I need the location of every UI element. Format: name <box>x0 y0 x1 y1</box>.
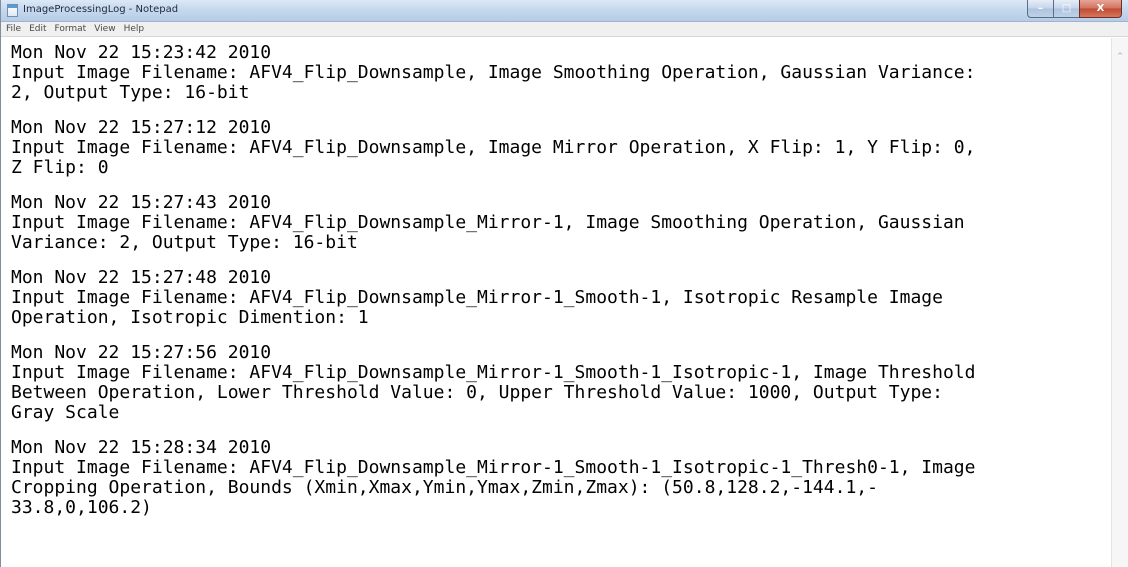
menu-file[interactable]: File <box>6 24 21 34</box>
vertical-scrollbar[interactable]: ^ <box>1111 38 1128 567</box>
log-timestamp: Mon Nov 22 15:27:12 2010 <box>11 117 272 138</box>
menu-bar: File Edit Format View Help <box>1 22 1128 37</box>
window-controls: – □ X <box>1027 0 1122 19</box>
log-timestamp: Mon Nov 22 15:27:56 2010 <box>11 342 272 363</box>
log-timestamp: Mon Nov 22 15:27:48 2010 <box>11 267 272 288</box>
menu-help[interactable]: Help <box>124 24 145 34</box>
notepad-app-icon[interactable] <box>7 4 18 17</box>
log-line: Gray Scale <box>11 402 120 423</box>
menu-edit[interactable]: Edit <box>29 24 46 34</box>
log-line: Input Image Filename: AFV4_Flip_Downsamp… <box>11 457 976 478</box>
maximize-button[interactable]: □ <box>1053 0 1079 18</box>
log-entry: Mon Nov 22 15:27:12 2010 Input Image Fil… <box>11 118 1111 178</box>
log-timestamp: Mon Nov 22 15:23:42 2010 <box>11 42 272 63</box>
log-timestamp: Mon Nov 22 15:28:34 2010 <box>11 437 272 458</box>
log-line: Input Image Filename: AFV4_Flip_Downsamp… <box>11 287 943 308</box>
log-line: Z Flip: 0 <box>11 157 109 178</box>
log-entry: Mon Nov 22 15:23:42 2010 Input Image Fil… <box>11 43 1111 103</box>
scroll-up-icon[interactable]: ^ <box>1112 52 1128 60</box>
log-line: Input Image Filename: AFV4_Flip_Downsamp… <box>11 212 965 233</box>
text-editor-area[interactable]: Mon Nov 22 15:23:42 2010 Input Image Fil… <box>1 38 1111 567</box>
close-button[interactable]: X <box>1079 0 1122 18</box>
menu-view[interactable]: View <box>94 24 115 34</box>
maximize-icon: □ <box>1061 3 1072 14</box>
log-line: Input Image Filename: AFV4_Flip_Downsamp… <box>11 362 976 383</box>
log-line: Cropping Operation, Bounds (Xmin,Xmax,Ym… <box>11 477 878 498</box>
log-line: Variance: 2, Output Type: 16-bit <box>11 232 358 253</box>
log-line: Input Image Filename: AFV4_Flip_Downsamp… <box>11 137 976 158</box>
menu-format[interactable]: Format <box>55 24 87 34</box>
log-entry: Mon Nov 22 15:27:56 2010 Input Image Fil… <box>11 343 1111 423</box>
log-line: 2, Output Type: 16-bit <box>11 82 250 103</box>
log-line: Input Image Filename: AFV4_Flip_Downsamp… <box>11 62 976 83</box>
log-entry: Mon Nov 22 15:27:48 2010 Input Image Fil… <box>11 268 1111 328</box>
log-line: 33.8,0,106.2) <box>11 497 152 518</box>
log-line: Operation, Isotropic Dimention: 1 <box>11 307 369 328</box>
close-icon: X <box>1096 3 1105 14</box>
log-timestamp: Mon Nov 22 15:27:43 2010 <box>11 192 272 213</box>
notepad-window: ImageProcessingLog - Notepad – □ X File … <box>0 0 1128 567</box>
log-entry: Mon Nov 22 15:27:43 2010 Input Image Fil… <box>11 193 1111 253</box>
log-line: Between Operation, Lower Threshold Value… <box>11 382 943 403</box>
title-bar[interactable]: ImageProcessingLog - Notepad – □ X <box>1 0 1128 22</box>
minimize-icon: – <box>1038 3 1043 14</box>
log-entry: Mon Nov 22 15:28:34 2010 Input Image Fil… <box>11 438 1111 518</box>
minimize-button[interactable]: – <box>1027 0 1053 18</box>
window-title: ImageProcessingLog - Notepad <box>23 4 179 15</box>
